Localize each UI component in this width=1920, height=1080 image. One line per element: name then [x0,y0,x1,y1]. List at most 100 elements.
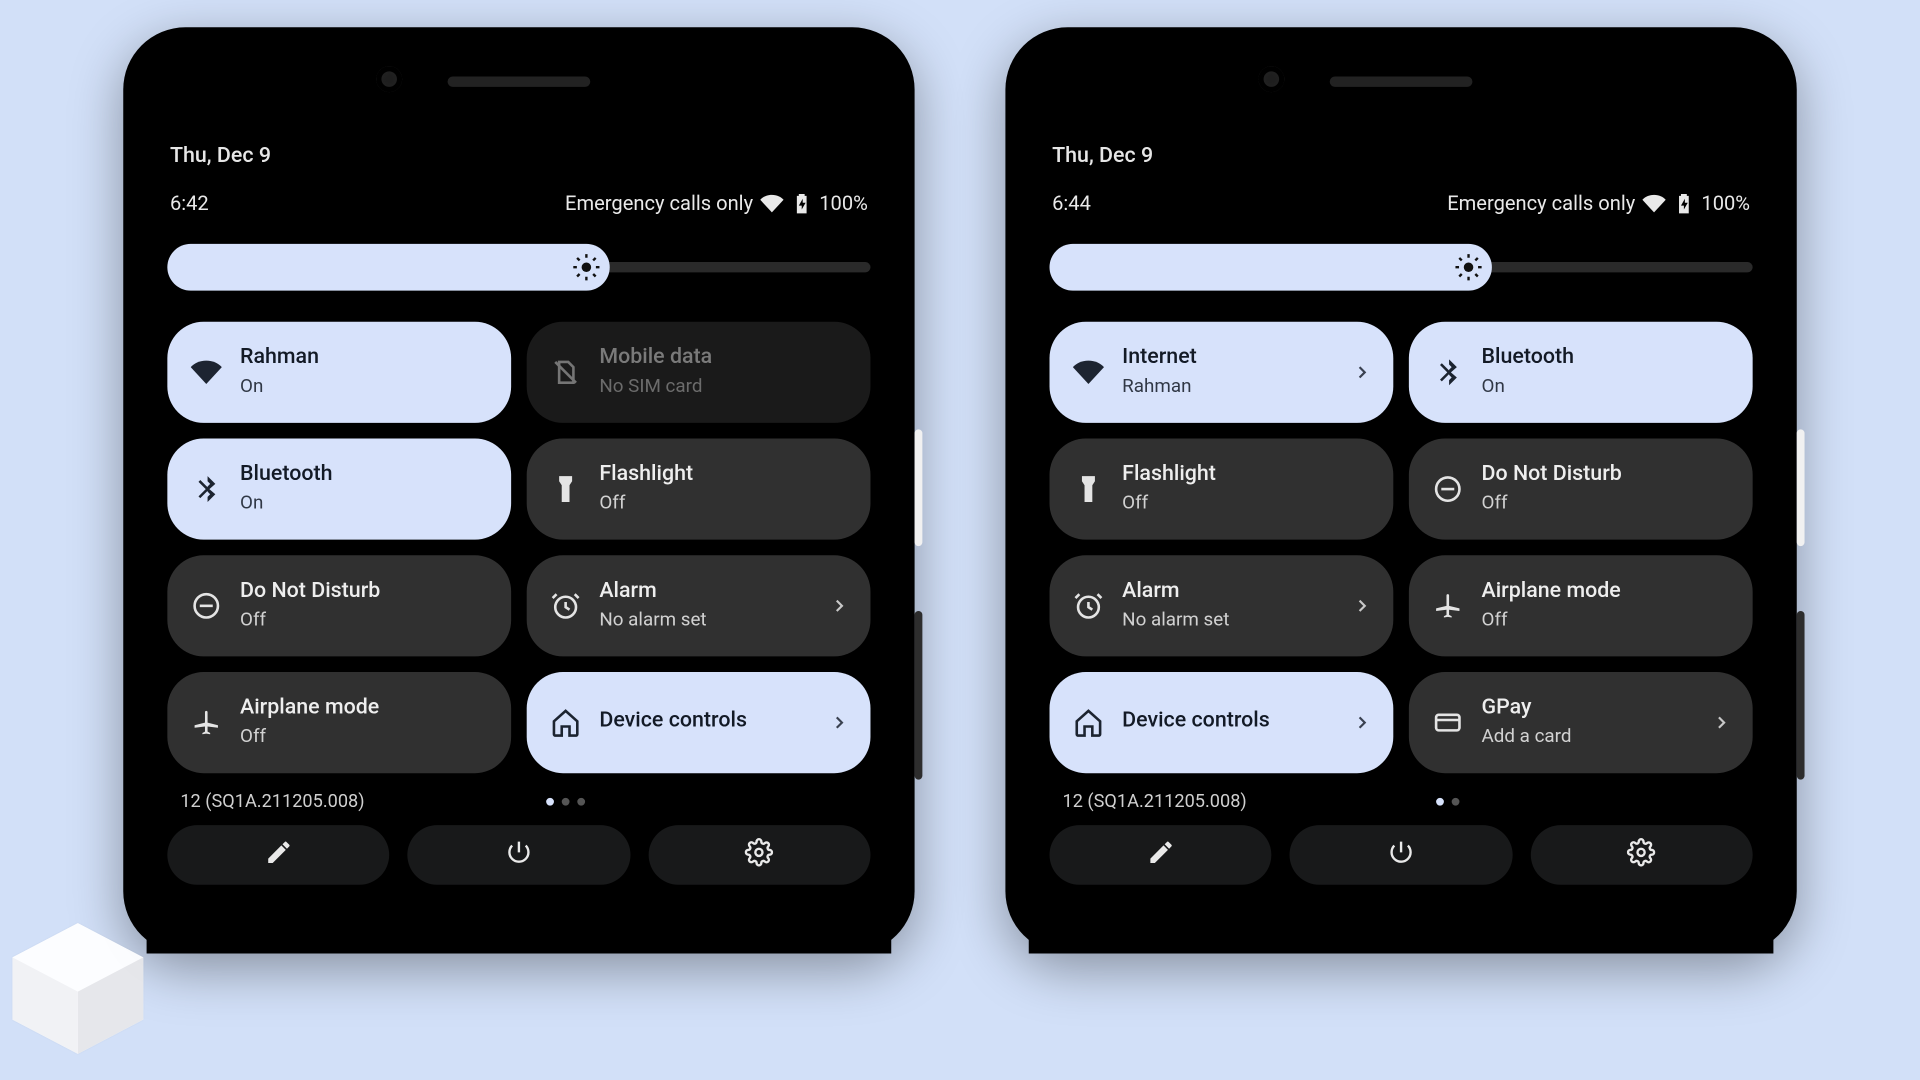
phone-left: Thu, Dec 9 6:42 Emergency calls only 100… [123,27,914,953]
clock-label: 6:44 [1052,192,1091,215]
tile-title: Internet [1122,346,1197,373]
airplane-icon [1432,590,1463,621]
chevron-right-icon [1711,712,1732,733]
tile-subtitle: No alarm set [599,608,706,632]
battery-percent-label: 100% [1701,192,1750,215]
tile-title: Device controls [599,709,747,736]
tile-title: Airplane mode [1482,579,1621,606]
tile-subtitle: Off [240,608,380,632]
brightness-slider[interactable] [1050,244,1753,291]
tile-title: Bluetooth [240,462,333,489]
tile-title: Rahman [240,346,319,373]
qs-tile-wifi[interactable]: InternetRahman [1050,321,1394,422]
qs-tile-bluetooth[interactable]: Bluetooth On [167,438,511,539]
quick-settings-panel: Thu, Dec 9 6:44 Emergency calls only 100… [1029,123,1774,953]
page-indicator [1436,798,1459,806]
qs-tile-airplane[interactable]: Airplane modeOff [1409,555,1753,656]
tile-subtitle: No alarm set [1122,608,1229,632]
chevron-right-icon [829,595,850,616]
qs-tile-flashlight[interactable]: Flashlight Off [1050,438,1394,539]
brightness-slider[interactable] [167,244,870,291]
quick-settings-panel: Thu, Dec 9 6:42 Emergency calls only 100… [147,123,892,953]
qs-tile-dnd[interactable]: Do Not Disturb Off [1409,438,1753,539]
home-icon [1073,707,1104,738]
page-indicator [546,798,585,806]
bluetooth-icon [191,473,222,504]
flashlight-icon [1073,473,1104,504]
side-button [915,611,923,780]
power-button[interactable] [408,825,630,885]
battery-percent-label: 100% [819,192,868,215]
bluetooth-icon [1432,356,1463,387]
tile-subtitle: Add a card [1482,725,1572,749]
tile-subtitle: No SIM card [599,375,712,399]
wifi-icon [191,356,222,387]
home-icon [550,707,581,738]
qs-tile-flashlight[interactable]: Flashlight Off [527,438,871,539]
date-label: Thu, Dec 9 [167,136,870,192]
side-button [1797,611,1805,780]
build-label: 12 (SQ1A.211205.008) [180,791,364,812]
alarm-icon [550,590,581,621]
flashlight-icon [550,473,581,504]
tile-subtitle: Off [1482,608,1621,632]
wifi-icon [1073,356,1104,387]
qs-tile-alarm[interactable]: AlarmNo alarm set [1050,555,1394,656]
qs-tile-home[interactable]: Device controls [1050,672,1394,773]
tile-title: GPay [1482,696,1572,723]
tile-subtitle: Rahman [1122,375,1197,399]
tile-subtitle: Off [1122,492,1216,516]
edit-button[interactable] [1050,825,1272,885]
edit-button[interactable] [167,825,389,885]
qs-tile-dnd[interactable]: Do Not DisturbOff [167,555,511,656]
tile-title: Do Not Disturb [1482,462,1622,489]
tile-subtitle: On [240,375,319,399]
qs-tile-wifi[interactable]: RahmanOn [167,321,511,422]
wifi-icon [1642,192,1665,215]
chevron-right-icon [1352,362,1373,383]
side-button [1797,429,1805,546]
power-icon [1387,838,1416,872]
tile-subtitle: On [240,492,333,516]
wifi-icon [760,192,783,215]
tile-title: Bluetooth [1482,346,1575,373]
settings-icon [745,838,774,872]
tile-title: Flashlight [1122,462,1216,489]
tile-title: Mobile data [599,346,712,373]
qs-tile-home[interactable]: Device controls [527,672,871,773]
airplane-icon [191,707,222,738]
chevron-right-icon [1352,595,1373,616]
tile-subtitle: On [1482,375,1575,399]
power-button[interactable] [1290,825,1512,885]
qs-tile-airplane[interactable]: Airplane modeOff [167,672,511,773]
tile-title: Alarm [599,579,706,606]
status-bar: 6:42 Emergency calls only 100% [167,192,870,236]
sim-off-icon [550,356,581,387]
tile-title: Flashlight [599,462,693,489]
power-icon [505,838,534,872]
qs-tile-alarm[interactable]: AlarmNo alarm set [527,555,871,656]
network-status-label: Emergency calls only [565,192,753,215]
brightness-icon [573,253,602,282]
dnd-icon [1432,473,1463,504]
tile-subtitle: Off [599,492,693,516]
qs-tile-bluetooth[interactable]: BluetoothOn [1409,321,1753,422]
phone-right: Thu, Dec 9 6:44 Emergency calls only 100… [1005,27,1796,953]
settings-icon [1627,838,1656,872]
tile-title: Do Not Disturb [240,579,380,606]
qs-tile-sim-off[interactable]: Mobile dataNo SIM card [527,321,871,422]
clock-label: 6:42 [170,192,209,215]
settings-button[interactable] [1530,825,1752,885]
edit-icon [1146,838,1175,872]
qs-tile-card[interactable]: GPayAdd a card [1409,672,1753,773]
card-icon [1432,707,1463,738]
tile-subtitle: Off [240,725,379,749]
tile-title: Airplane mode [240,696,379,723]
side-button [915,429,923,546]
settings-button[interactable] [648,825,870,885]
dnd-icon [191,590,222,621]
tile-title: Device controls [1122,709,1270,736]
status-bar: 6:44 Emergency calls only 100% [1050,192,1753,236]
tile-title: Alarm [1122,579,1229,606]
tile-subtitle: Off [1482,492,1622,516]
